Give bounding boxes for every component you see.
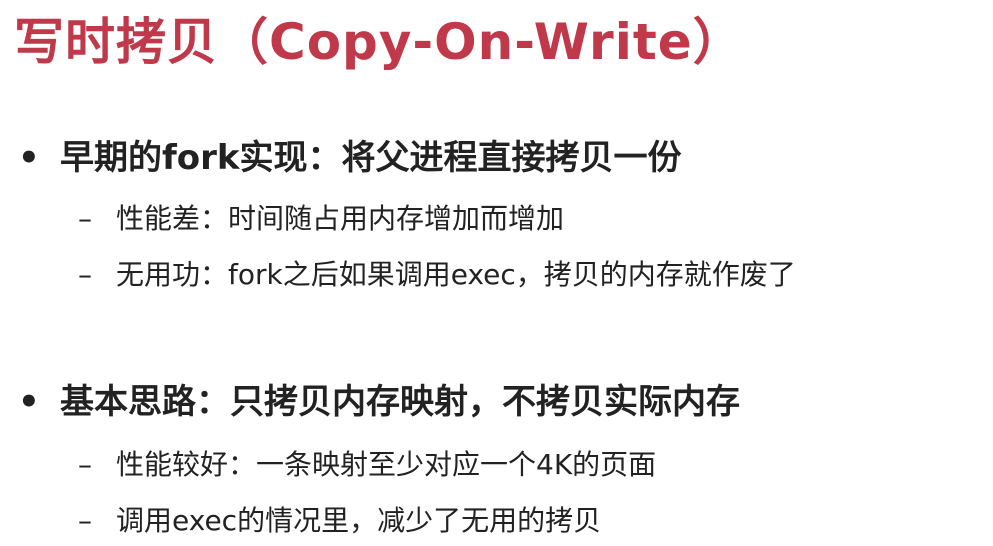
sub-point-1-1: – 性能差：时间随占用内存增加而增加 xyxy=(78,199,564,239)
dash-marker: – xyxy=(78,202,92,235)
sub-point-1-2: – 无用功：fork之后如果调用exec，拷贝的内存就作废了 xyxy=(78,255,796,295)
sub-point-2-1: – 性能较好：一条映射至少对应一个4K的页面 xyxy=(78,445,656,485)
slide-title: 写时拷贝（Copy-On-Write） xyxy=(14,13,744,71)
bullet-marker: • xyxy=(18,138,40,178)
dash-marker: – xyxy=(78,258,92,291)
sub-point-text: 无用功：fork之后如果调用exec，拷贝的内存就作废了 xyxy=(116,258,796,291)
bullet-heading-2: 基本思路：只拷贝内存映射，不拷贝实际内存 xyxy=(60,382,740,422)
sub-point-text: 调用exec的情况里，减少了无用的拷贝 xyxy=(116,504,602,537)
bullet-heading-1: 早期的fork实现：将父进程直接拷贝一份 xyxy=(60,138,682,178)
dash-marker: – xyxy=(78,504,92,537)
sub-point-text: 性能较好：一条映射至少对应一个4K的页面 xyxy=(116,448,657,481)
bullet-item-1: • 早期的fork实现：将父进程直接拷贝一份 xyxy=(18,134,682,182)
sub-point-text: 性能差：时间随占用内存增加而增加 xyxy=(116,202,565,235)
dash-marker: – xyxy=(78,448,92,481)
sub-point-2-2: – 调用exec的情况里，减少了无用的拷贝 xyxy=(78,501,601,541)
bullet-item-2: • 基本思路：只拷贝内存映射，不拷贝实际内存 xyxy=(18,378,740,426)
bullet-marker: • xyxy=(18,382,40,422)
